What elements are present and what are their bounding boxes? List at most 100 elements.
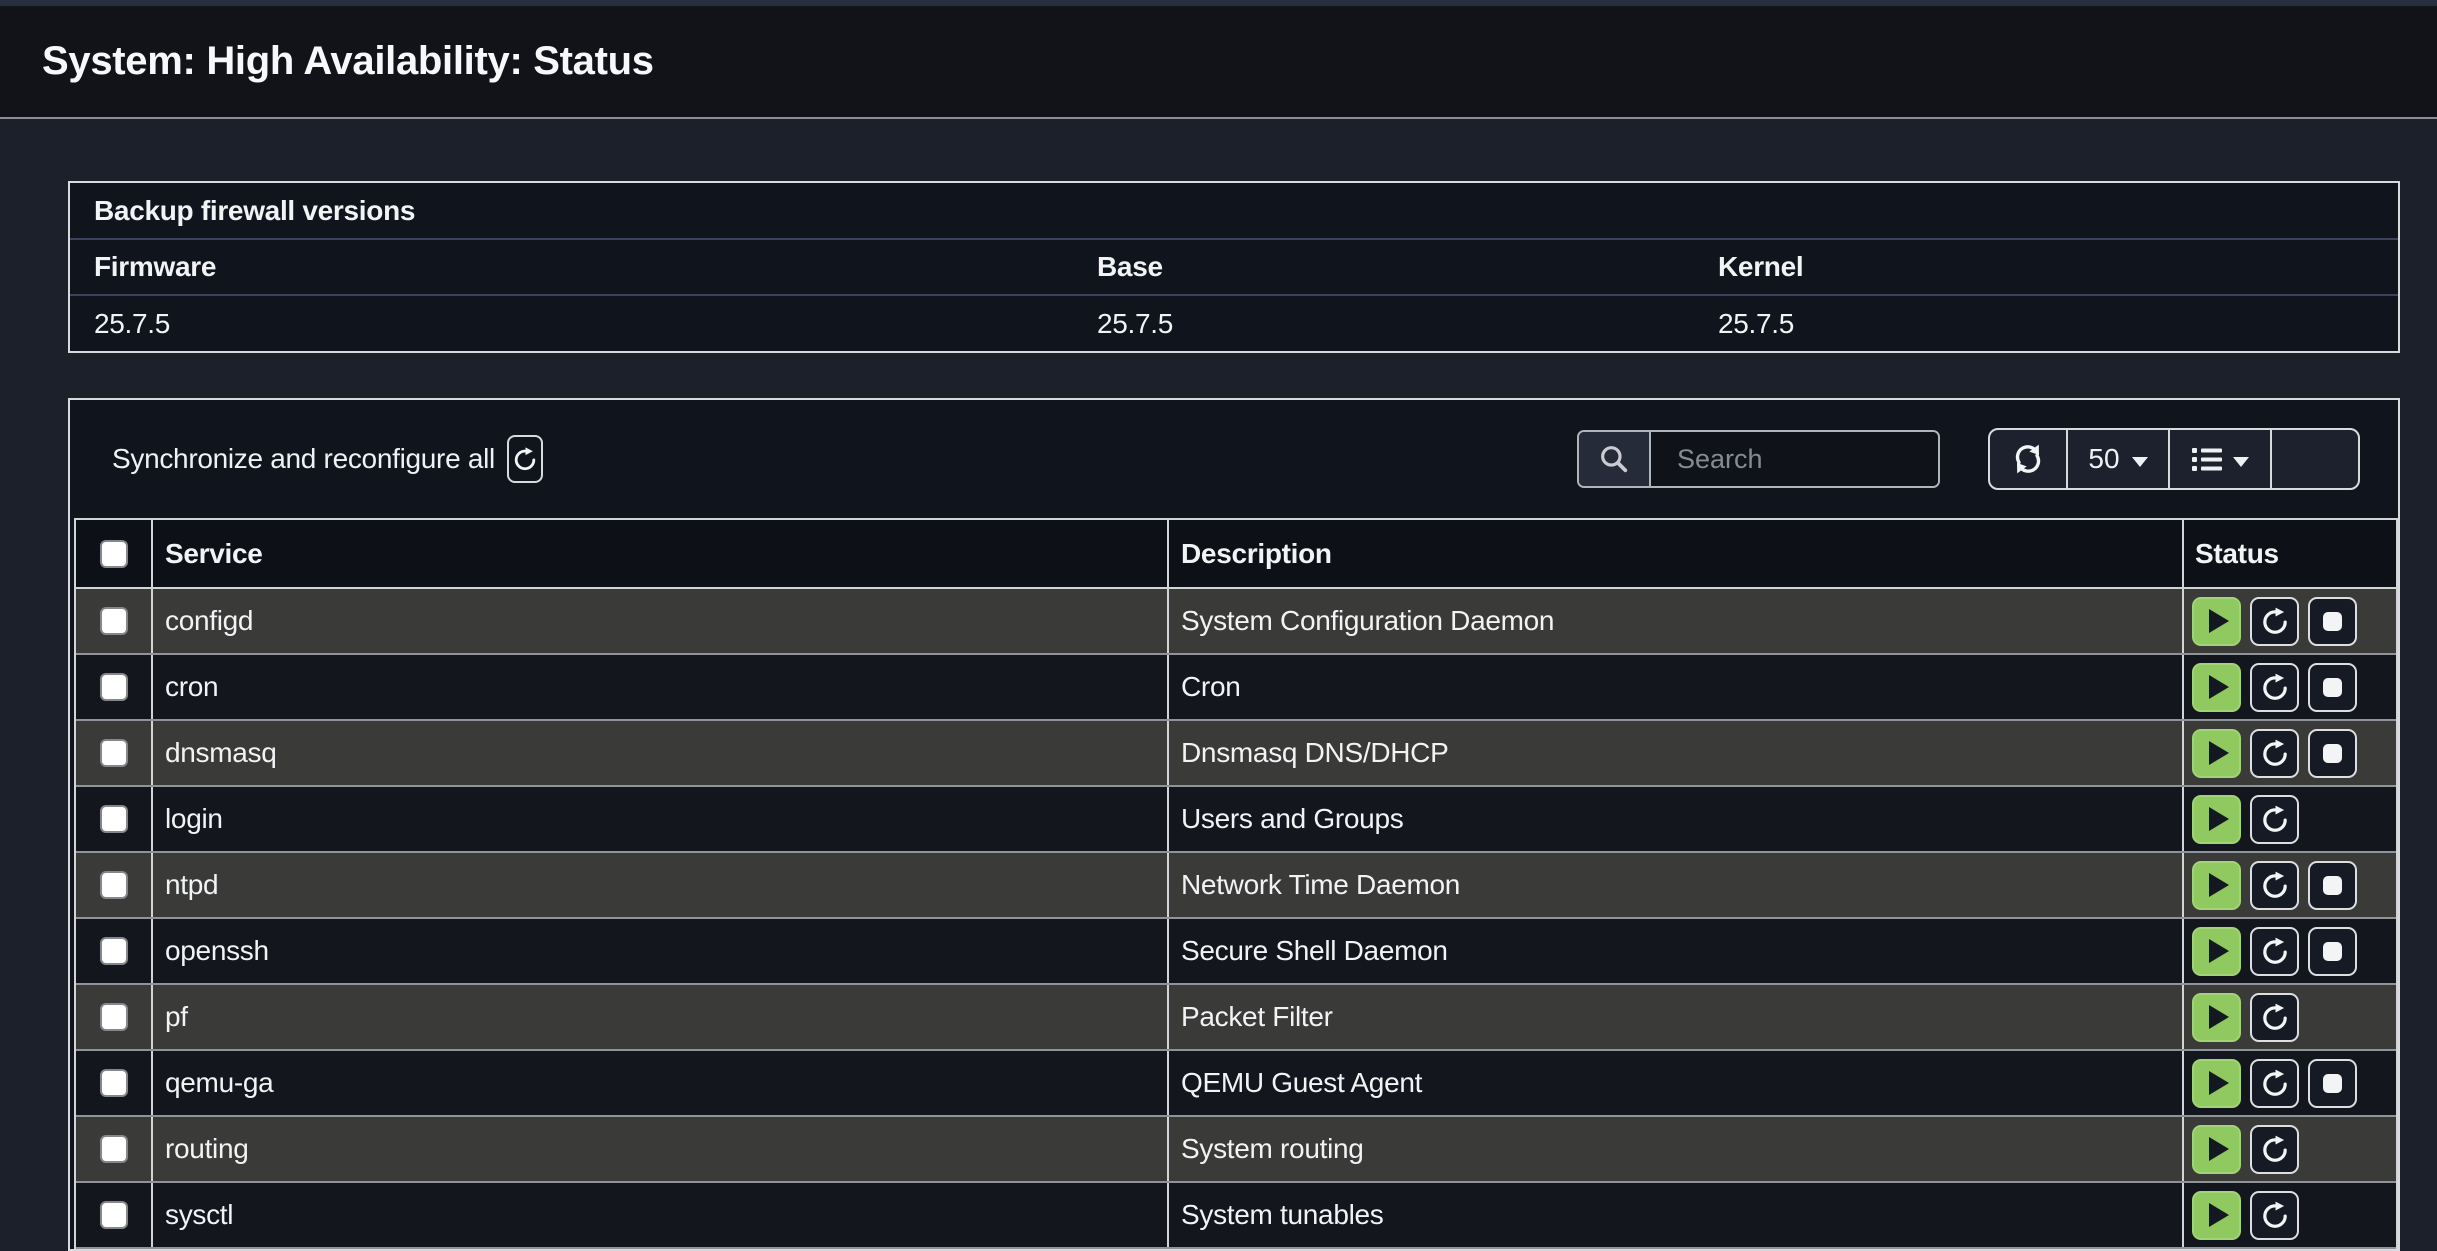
table-row: openssh Secure Shell Daemon — [76, 919, 2396, 985]
restart-button[interactable] — [2250, 1059, 2299, 1108]
start-button[interactable] — [2192, 1125, 2241, 1174]
stop-icon — [2323, 876, 2342, 895]
service-cell: sysctl — [153, 1183, 1169, 1247]
stop-button[interactable] — [2308, 729, 2357, 778]
row-checkbox[interactable] — [100, 1135, 128, 1163]
sync-all-button[interactable] — [507, 435, 543, 483]
status-cell — [2184, 919, 2396, 983]
rotate-right-icon — [2260, 1068, 2290, 1098]
rotate-right-icon — [2260, 1002, 2290, 1032]
service-cell: pf — [153, 985, 1169, 1049]
stop-button[interactable] — [2308, 861, 2357, 910]
description-cell: System routing — [1169, 1117, 2184, 1181]
start-button[interactable] — [2192, 993, 2241, 1042]
description-cell: System Configuration Daemon — [1169, 589, 2184, 653]
page-title: System: High Availability: Status — [42, 39, 654, 84]
table-row: pf Packet Filter — [76, 985, 2396, 1051]
stop-icon — [2323, 744, 2342, 763]
stop-button[interactable] — [2308, 597, 2357, 646]
row-checkbox[interactable] — [100, 871, 128, 899]
sync-all-group: Synchronize and reconfigure all — [112, 435, 543, 483]
play-icon — [2209, 1005, 2229, 1029]
restart-button[interactable] — [2250, 795, 2299, 844]
extra-toolbar-segment[interactable] — [2272, 430, 2358, 488]
row-checkbox[interactable] — [100, 673, 128, 701]
firmware-version: 25.7.5 — [70, 308, 1073, 340]
service-cell: dnsmasq — [153, 721, 1169, 785]
play-icon — [2209, 741, 2229, 765]
table-row: cron Cron — [76, 655, 2396, 721]
start-button[interactable] — [2192, 1059, 2241, 1108]
rotate-right-icon — [2260, 804, 2290, 834]
rotate-right-icon — [2260, 1134, 2290, 1164]
search-input[interactable] — [1651, 432, 1938, 486]
description-cell: Packet Filter — [1169, 985, 2184, 1049]
table-row: sysctl System tunables — [76, 1183, 2396, 1249]
row-select-cell — [76, 721, 153, 785]
select-all-checkbox[interactable] — [100, 540, 128, 568]
sync-all-label: Synchronize and reconfigure all — [112, 443, 495, 475]
start-button[interactable] — [2192, 729, 2241, 778]
restart-button[interactable] — [2250, 1125, 2299, 1174]
column-header-firmware: Firmware — [70, 251, 1073, 283]
status-cell — [2184, 985, 2396, 1049]
versions-header-row: Firmware Base Kernel — [70, 240, 2398, 296]
start-button[interactable] — [2192, 663, 2241, 712]
row-checkbox[interactable] — [100, 1003, 128, 1031]
service-cell: cron — [153, 655, 1169, 719]
page-size-dropdown[interactable]: 50 — [2068, 430, 2170, 488]
restart-button[interactable] — [2250, 1191, 2299, 1240]
start-button[interactable] — [2192, 795, 2241, 844]
description-cell: System tunables — [1169, 1183, 2184, 1247]
kernel-version: 25.7.5 — [1694, 308, 2398, 340]
restart-button[interactable] — [2250, 597, 2299, 646]
status-cell — [2184, 589, 2396, 653]
row-checkbox[interactable] — [100, 937, 128, 965]
start-button[interactable] — [2192, 1191, 2241, 1240]
caret-down-icon — [2132, 457, 2148, 467]
rotate-right-icon — [2260, 936, 2290, 966]
row-select-cell — [76, 985, 153, 1049]
row-select-cell — [76, 1183, 153, 1247]
row-checkbox[interactable] — [100, 805, 128, 833]
rotate-right-icon — [2260, 1200, 2290, 1230]
search-group — [1577, 430, 1940, 488]
table-row: configd System Configuration Daemon — [76, 589, 2396, 655]
stop-button[interactable] — [2308, 1059, 2357, 1108]
column-header-base: Base — [1073, 251, 1694, 283]
row-select-cell — [76, 1051, 153, 1115]
restart-button[interactable] — [2250, 729, 2299, 778]
row-checkbox[interactable] — [100, 607, 128, 635]
toolbar-right-group: 50 — [1577, 428, 2360, 490]
stop-button[interactable] — [2308, 927, 2357, 976]
refresh-icon — [2010, 441, 2046, 477]
row-checkbox[interactable] — [100, 1201, 128, 1229]
service-column-header: Service — [153, 520, 1169, 587]
status-column-header: Status — [2184, 520, 2396, 587]
start-button[interactable] — [2192, 927, 2241, 976]
column-header-kernel: Kernel — [1694, 251, 2398, 283]
play-icon — [2209, 609, 2229, 633]
rotate-right-icon — [2260, 672, 2290, 702]
restart-button[interactable] — [2250, 861, 2299, 910]
stop-icon — [2323, 678, 2342, 697]
row-checkbox[interactable] — [100, 739, 128, 767]
restart-button[interactable] — [2250, 663, 2299, 712]
table-options-group: 50 — [1988, 428, 2360, 490]
stop-button[interactable] — [2308, 663, 2357, 712]
search-icon-segment[interactable] — [1579, 432, 1651, 486]
restart-button[interactable] — [2250, 927, 2299, 976]
table-header-row: Service Description Status — [76, 520, 2396, 589]
columns-dropdown[interactable] — [2170, 430, 2272, 488]
refresh-table-button[interactable] — [1990, 430, 2068, 488]
row-checkbox[interactable] — [100, 1069, 128, 1097]
services-panel: Synchronize and reconfigure all — [68, 398, 2400, 1251]
play-icon — [2209, 1137, 2229, 1161]
status-cell — [2184, 1117, 2396, 1181]
restart-button[interactable] — [2250, 993, 2299, 1042]
start-button[interactable] — [2192, 861, 2241, 910]
start-button[interactable] — [2192, 597, 2241, 646]
service-cell: ntpd — [153, 853, 1169, 917]
status-cell — [2184, 853, 2396, 917]
table-row: routing System routing — [76, 1117, 2396, 1183]
